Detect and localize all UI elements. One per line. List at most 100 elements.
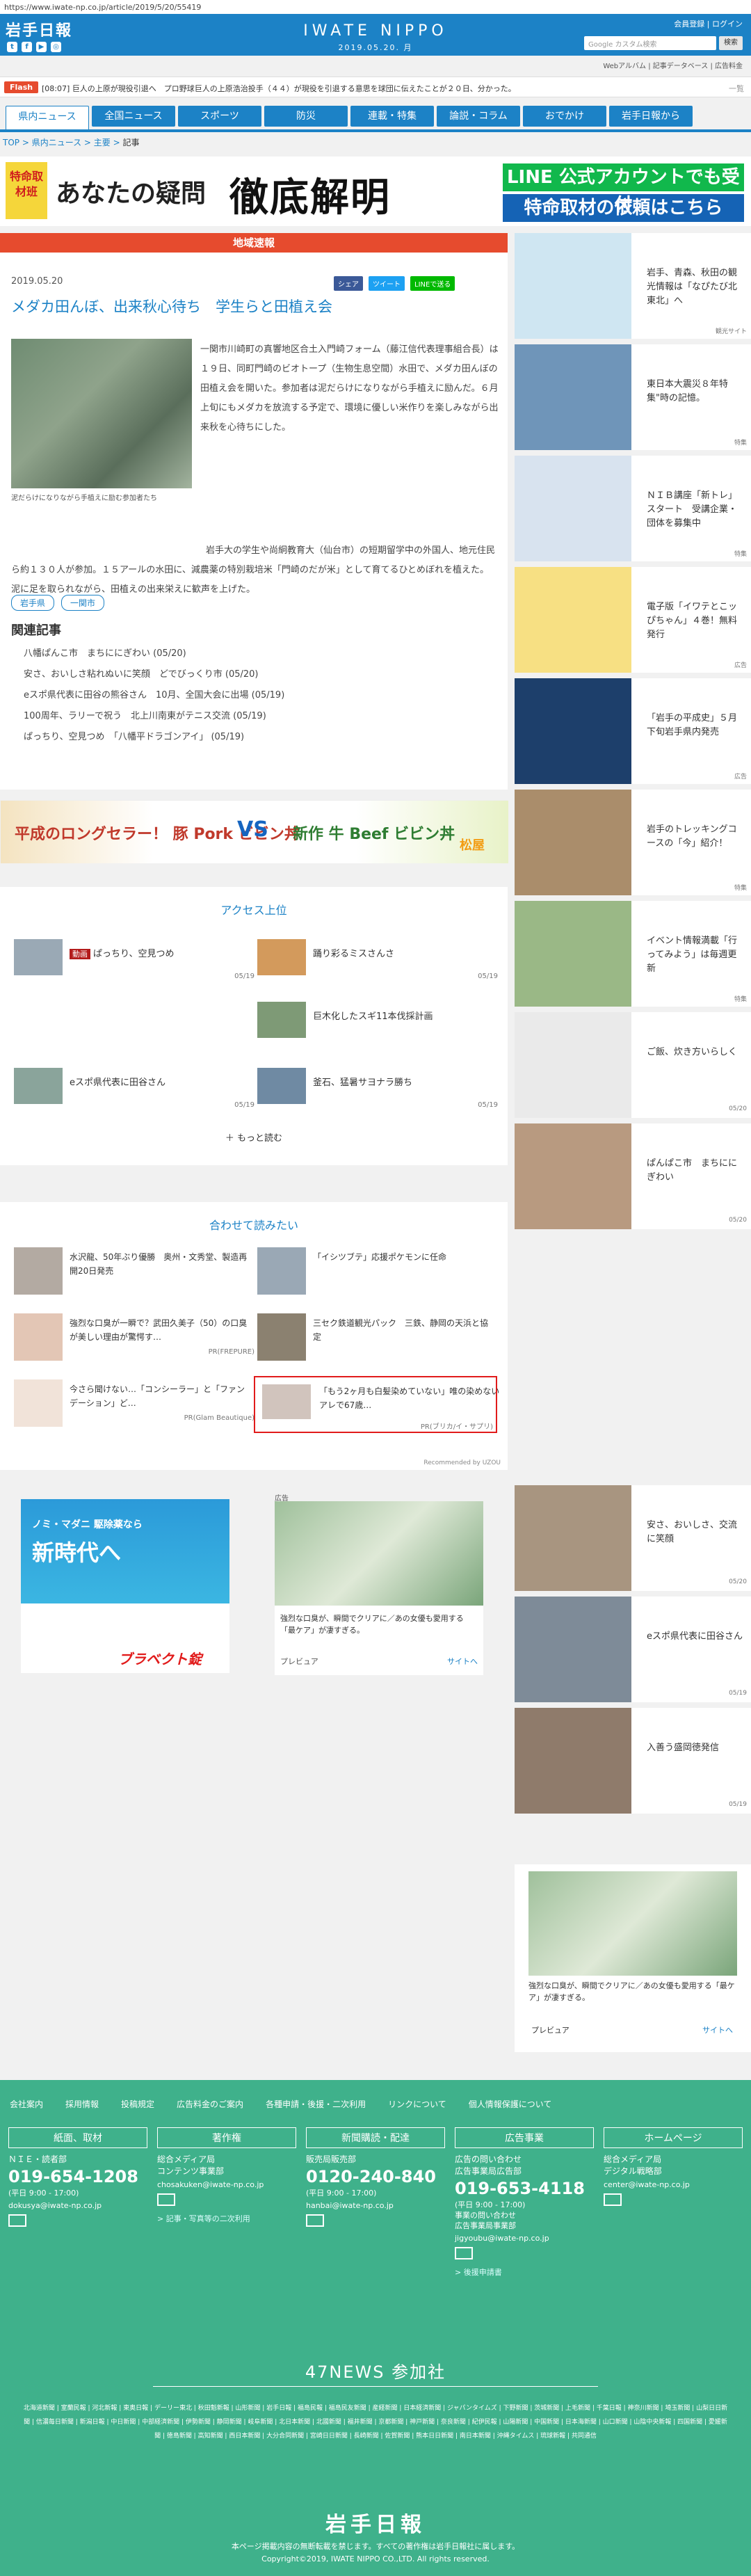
- sidebar-card[interactable]: ご飯、炊き方いらしく 05/20: [515, 1012, 751, 1118]
- nav-outing[interactable]: おでかけ: [523, 106, 606, 127]
- search-button[interactable]: 検索: [719, 36, 743, 50]
- share-buttons: シェア ツイート LINEで送る: [334, 276, 455, 291]
- footer-link[interactable]: 広告料金のご案内: [177, 2098, 243, 2110]
- instagram-icon[interactable]: ◎: [51, 42, 61, 52]
- header-sublinks[interactable]: Webアルバム | 記事データベース | 広告料金: [603, 60, 743, 70]
- sidebar-card[interactable]: 岩手、青森、秋田の観光情報は「なぴたび北東北」へ 観光サイト: [515, 233, 751, 339]
- sidebar-card[interactable]: 入善う盛岡徳発信 05/19: [515, 1708, 751, 1814]
- footer-logo[interactable]: 岩手日報: [0, 2507, 751, 2538]
- footer-col-editorial: 紙面、取材 ＮＩＥ・読者部 019-654-1208 (平日 9:00 - 17…: [8, 2127, 147, 2278]
- sidebar-card[interactable]: 「岩手の平成史」５月下旬岩手県内発売 広告: [515, 678, 751, 784]
- recommend-item[interactable]: 「イシツブテ」応援ポケモンに任命: [257, 1247, 501, 1296]
- nav-disaster[interactable]: 防災: [264, 106, 348, 127]
- sidebar-card[interactable]: 安さ、おいしさ、交流に笑顔 05/20: [515, 1485, 751, 1591]
- breadcrumb-top[interactable]: TOP: [3, 138, 19, 147]
- email-link[interactable]: jigyoubu@iwate-np.co.jp: [455, 2234, 594, 2243]
- line-share-button[interactable]: LINEで送る: [410, 276, 455, 291]
- bravecto-ad[interactable]: ノミ・マダニ 駆除薬なら 新時代へ ブラベクト錠: [21, 1499, 229, 1673]
- breadcrumb-main[interactable]: 主要: [94, 138, 111, 147]
- mail-icon[interactable]: [604, 2193, 622, 2206]
- footer-link[interactable]: リンクについて: [388, 2098, 446, 2110]
- recommend-item[interactable]: 三セク鉄道観光パック 三鉄、静岡の天浜と協定: [257, 1313, 501, 1362]
- footer-link[interactable]: 投稿規定: [121, 2098, 154, 2110]
- nav-local-news[interactable]: 県内ニュース: [6, 106, 89, 132]
- related-item[interactable]: eスポ県代表に田谷の熊谷さん 10月、全国大会に出場 (05/19): [24, 685, 496, 706]
- sidebar-card[interactable]: イベント情報満載「行ってみよう」は毎週更新 特集: [515, 901, 751, 1007]
- ranking-item[interactable]: 釜石、猛暑サヨナラ勝ち 05/19: [257, 1068, 501, 1112]
- center-logo[interactable]: IWATE NIPPO: [292, 22, 459, 40]
- flash-text[interactable]: [08:07] 巨人の上原が現役引退へ プロ野球巨人の上原浩治投手（４４）が現役…: [42, 83, 516, 94]
- ad-vs-text: VS: [237, 817, 268, 842]
- ad-site-link[interactable]: サイトへ: [702, 2024, 733, 2035]
- phone-number[interactable]: 019-654-1208: [8, 2166, 147, 2188]
- recommend-item[interactable]: 今さら聞けない…「コンシーラー」と「ファンデーション」ど… PR(Glam Be…: [14, 1379, 257, 1428]
- site-logo[interactable]: 岩手日報: [6, 18, 72, 40]
- recommend-item[interactable]: 強烈な口臭が一瞬で？武田久美子（50）の口臭が美しい理由が驚愕す… PR(FRE…: [14, 1313, 257, 1362]
- ranking-item[interactable]: 巨木化したスギ11本伐採計画: [257, 1002, 501, 1046]
- email-link[interactable]: chosakuken@iwate-np.co.jp: [157, 2180, 296, 2189]
- search-input[interactable]: Google カスタム検索: [584, 36, 716, 50]
- ranking-item[interactable]: 動画 ぱっちり、空見つめ 05/19: [14, 939, 257, 984]
- nav-editorial[interactable]: 論説・コラム: [437, 106, 520, 127]
- mail-icon[interactable]: [8, 2214, 26, 2227]
- partner-papers[interactable]: 北海道新聞 | 室蘭民報 | 河北新報 | 東奥日報 | デーリー東北 | 秋田…: [21, 2401, 730, 2443]
- nav-national-news[interactable]: 全国ニュース: [92, 106, 175, 127]
- sidebar-thumb: [515, 1485, 631, 1591]
- ad-site-link[interactable]: サイトへ: [447, 1656, 478, 1667]
- sidebar-card[interactable]: eスポ県代表に田谷さん 05/19: [515, 1597, 751, 1702]
- sidebar-card[interactable]: ＮＩＢ講座「新トレ」スタート 受講企業・団体を募集中 特集: [515, 456, 751, 561]
- recommended-by[interactable]: Recommended by UZOU: [423, 1459, 501, 1466]
- footer-sublink[interactable]: > 記事・写真等の二次利用: [157, 2213, 296, 2224]
- footer-link[interactable]: 個人情報保護について: [469, 2098, 552, 2110]
- nav-from-iwate-nippo[interactable]: 岩手日報から: [609, 106, 693, 127]
- matsuya-ad-banner[interactable]: 平成のロングセラー！ 豚 Pork ビビン丼 VS 新作 牛 Beef ビビン丼…: [0, 800, 508, 863]
- read-more-button[interactable]: ＋ もっと読む: [0, 1130, 508, 1144]
- related-item[interactable]: 八幡ぱんこ市 まちににぎわい (05/20): [24, 643, 496, 664]
- site-footer: 会社案内 採用情報 投稿規定 広告料金のご案内 各種申請・後援・二次利用 リンク…: [0, 2080, 751, 2576]
- tag-iwate[interactable]: 岩手県: [11, 595, 55, 611]
- nav-series[interactable]: 連載・特集: [350, 106, 434, 127]
- footer-link[interactable]: 会社案内: [10, 2098, 43, 2110]
- email-link[interactable]: hanbai@iwate-np.co.jp: [306, 2201, 445, 2210]
- facebook-share-button[interactable]: シェア: [334, 276, 363, 291]
- sidebar-card[interactable]: 東日本大震災８年特集"時の記憶。 特集: [515, 344, 751, 450]
- footer-link[interactable]: 各種申請・後援・二次利用: [266, 2098, 366, 2110]
- twitter-icon[interactable]: t: [7, 42, 17, 52]
- mail-icon[interactable]: [306, 2214, 324, 2227]
- browser-url-bar[interactable]: https://www.iwate-np.co.jp/article/2019/…: [0, 0, 751, 14]
- tag-ichinoseki[interactable]: 一関市: [61, 595, 105, 611]
- recommend-item[interactable]: 水沢龍、50年ぶり優勝 奥州・文秀堂、製造再開20日発売: [14, 1247, 257, 1296]
- ranking-thumb: [257, 939, 306, 975]
- banner-request-button[interactable]: 特命取材の依頼はこちら: [502, 194, 744, 222]
- email-link[interactable]: dokusya@iwate-np.co.jp: [8, 2201, 147, 2210]
- phone-number[interactable]: 019-653-4118: [455, 2177, 594, 2200]
- phone-number[interactable]: 0120-240-840: [306, 2166, 445, 2188]
- special-report-banner[interactable]: 特命取材班 あなたの疑問 徹底解明 LINE 公式アカウントでも受付 特命取材の…: [0, 157, 751, 226]
- related-item[interactable]: 100周年、ラリーで祝う 北上川南東がテニス交流 (05/19): [24, 706, 496, 727]
- breadcrumb-local-news[interactable]: 県内ニュース: [32, 138, 81, 147]
- footer-link[interactable]: 採用情報: [65, 2098, 99, 2110]
- sidebar-card[interactable]: 電子版「イワテとこッぴちゃん」４巻！無料発行 広告: [515, 567, 751, 673]
- frepure-ad[interactable]: 強烈な口臭が、瞬間でクリアに／あの女優も愛用する「最ケア」が凄すぎる。 プレビュ…: [275, 1501, 483, 1675]
- related-item[interactable]: 安さ、おいしさ粘れぬいに笑顔 どでびっくり市 (05/20): [24, 664, 496, 685]
- nav-sports[interactable]: スポーツ: [178, 106, 261, 127]
- footer-sublink[interactable]: > 後援申請書: [455, 2266, 594, 2278]
- sidebar-ad[interactable]: 強烈な口臭が、瞬間でクリアに／あの女優も愛用する「最ケア」が凄すぎる。 プレビュ…: [515, 1864, 751, 2052]
- mail-icon[interactable]: [157, 2193, 175, 2206]
- email-link[interactable]: center@iwate-np.co.jp: [604, 2180, 743, 2189]
- ranking-item[interactable]: eスポ県代表に田谷さん 05/19: [14, 1068, 257, 1112]
- sidebar-card[interactable]: 岩手のトレッキングコースの「今」紹介！ 特集: [515, 790, 751, 895]
- flash-more-link[interactable]: 一覧: [729, 83, 744, 94]
- account-links[interactable]: 会員登録 | ログイン: [674, 18, 743, 29]
- sidebar-thumb: [515, 1123, 631, 1229]
- sidebar-card[interactable]: ぱんぱこ市 まちににぎわい 05/20: [515, 1123, 751, 1229]
- recommend-item-highlighted[interactable]: 「もう2ヶ月も白髪染めていない」唯の染めないアレで67歳… PR(ブリカ/イ・サ…: [254, 1376, 499, 1433]
- article-photo[interactable]: [11, 339, 192, 488]
- banner-line-button[interactable]: LINE 公式アカウントでも受付: [502, 163, 744, 216]
- mail-icon[interactable]: [455, 2247, 473, 2259]
- tweet-button[interactable]: ツイート: [369, 276, 405, 291]
- youtube-icon[interactable]: ▶: [36, 42, 47, 52]
- facebook-icon[interactable]: f: [22, 42, 32, 52]
- related-item[interactable]: ぱっちり、空見つめ 「八幡平ドラゴンアイ」 (05/19): [24, 727, 496, 748]
- ranking-item[interactable]: 踊り彩るミスさんさ 05/19: [257, 939, 501, 984]
